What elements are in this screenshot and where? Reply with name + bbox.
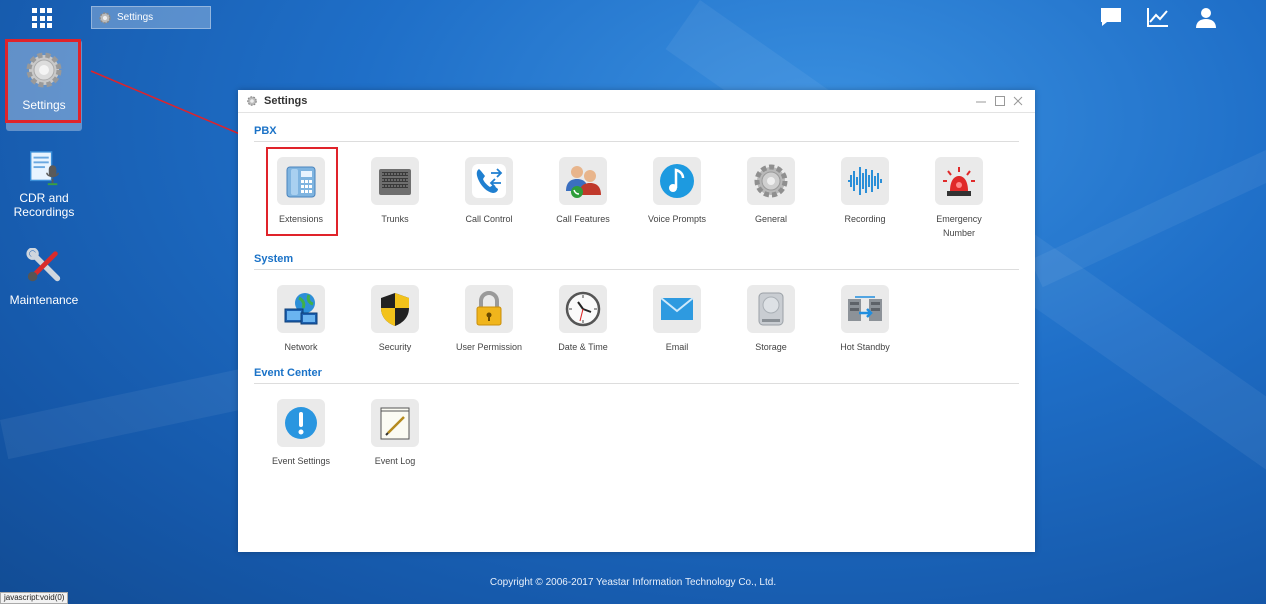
tile-emergency-number[interactable]: Emergency Number (914, 157, 1004, 240)
tile-trunks[interactable]: Trunks (350, 157, 440, 226)
window-titlebar[interactable]: Settings (238, 90, 1035, 113)
tile-event-log[interactable]: Event Log (350, 399, 440, 468)
hard-drive-icon (758, 292, 784, 326)
tile-label-line2: Number (942, 228, 975, 238)
maximize-icon[interactable] (994, 95, 1006, 107)
close-icon[interactable] (1012, 95, 1024, 107)
window-title: Settings (264, 95, 308, 107)
desktop-maintenance[interactable]: Maintenance (6, 247, 82, 307)
tile-label: Storage (755, 342, 787, 352)
taskbar-settings-label: Settings (117, 12, 154, 23)
section-title: Event Center (254, 367, 1019, 384)
tile-hot-standby[interactable]: Hot Standby (820, 285, 910, 354)
exclamation-icon (285, 407, 317, 439)
tile-storage[interactable]: Storage (726, 285, 816, 354)
status-bar: javascript:void(0) (0, 592, 69, 604)
tile-label: Voice Prompts (647, 214, 707, 224)
envelope-icon (660, 297, 694, 320)
lock-icon (476, 291, 502, 326)
highlight-box (5, 39, 81, 123)
section-title: System (254, 253, 1019, 270)
settings-window: Settings PBX Extensions Trunks Call Cont… (238, 90, 1035, 552)
section-title: PBX (254, 125, 1019, 142)
tile-call-control[interactable]: Call Control (444, 157, 534, 226)
tile-label: Event Settings (271, 456, 331, 466)
phone-desk-icon (286, 166, 316, 198)
tile-label: User Permission (455, 342, 522, 352)
tile-security[interactable]: Security (350, 285, 440, 354)
tile-event-settings[interactable]: Event Settings (256, 399, 346, 468)
tile-email[interactable]: Email (632, 285, 722, 354)
tile-recording[interactable]: Recording (820, 157, 910, 226)
tools-icon (26, 247, 61, 282)
people-phone-icon (566, 166, 601, 198)
tile-voice-prompts[interactable]: Voice Prompts (632, 157, 722, 226)
minimize-icon[interactable] (975, 95, 987, 107)
tile-network[interactable]: Network (256, 285, 346, 354)
gear-icon (247, 96, 257, 106)
tile-extensions[interactable]: Extensions (256, 157, 346, 226)
phone-transfer-icon (472, 164, 506, 198)
waveform-icon (848, 167, 882, 195)
notepad-icon (380, 407, 410, 440)
shield-icon (381, 293, 409, 326)
copyright-text: Copyright © 2006-2017 Yeastar Informatio… (489, 577, 777, 588)
tile-label: Security (378, 342, 412, 352)
tile-label: Call Control (465, 214, 513, 224)
gear-icon (99, 11, 111, 24)
standby-servers-icon (848, 296, 882, 321)
desktop-cdr-label-line1: CDR and (19, 191, 69, 205)
tile-label: Trunks (381, 214, 409, 224)
document-microphone-icon (29, 151, 59, 186)
network-globe-icon (284, 293, 318, 325)
tile-label: Event Log (374, 456, 416, 466)
tile-date-time[interactable]: Date & Time (538, 285, 628, 354)
taskbar-settings-tab[interactable]: Settings (91, 6, 211, 29)
desktop-maintenance-label: Maintenance (9, 293, 79, 307)
tile-label: Date & Time (558, 342, 608, 352)
tile-label-line1: Emergency (936, 214, 982, 224)
server-rack-icon (379, 169, 411, 195)
user-icon[interactable] (1194, 6, 1218, 28)
siren-icon (943, 167, 975, 196)
tile-label: General (754, 214, 788, 224)
tile-call-features[interactable]: Call Features (538, 157, 628, 226)
clock-icon (565, 291, 601, 327)
desktop-cdr-recordings[interactable]: CDR and Recordings (6, 150, 82, 219)
tile-label: Hot Standby (840, 342, 890, 352)
tile-general[interactable]: General (726, 157, 816, 226)
chart-icon[interactable] (1146, 6, 1170, 28)
music-note-icon (660, 164, 694, 198)
section-system: System (254, 253, 1019, 270)
gear-icon (754, 164, 788, 198)
app-launcher-icon[interactable] (32, 8, 52, 28)
tile-label: Network (284, 342, 318, 352)
background-streak (1030, 90, 1266, 288)
tile-label: Call Features (556, 214, 610, 224)
tile-user-permission[interactable]: User Permission (444, 285, 534, 354)
tile-label: Extensions (278, 214, 324, 224)
desktop-settings[interactable]: Settings (5, 39, 82, 131)
section-pbx: PBX (254, 125, 1019, 142)
tile-label: Email (665, 342, 689, 352)
section-event-center: Event Center (254, 367, 1019, 384)
chat-icon[interactable] (1099, 6, 1123, 28)
desktop-cdr-label-line2: Recordings (13, 205, 75, 219)
tile-label: Emergency Number (914, 212, 1004, 240)
tile-label: Recording (844, 214, 886, 224)
